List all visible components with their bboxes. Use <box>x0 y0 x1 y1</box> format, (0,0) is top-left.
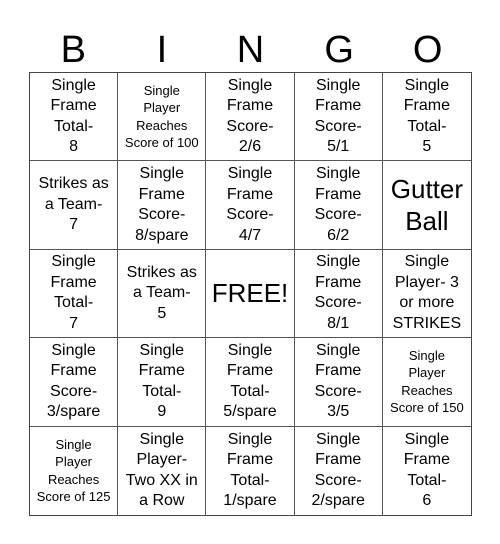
header-letter-o: O <box>412 29 443 71</box>
bingo-cell[interactable]: Single Player- 3 or more STRIKES <box>382 250 471 339</box>
cell-text: Single Player- Two XX in a Row <box>125 430 198 510</box>
header-letter-g: G <box>324 29 354 71</box>
bingo-cell[interactable]: Single Frame Score- 4/7 <box>206 161 295 250</box>
cell-text: Strikes as a Team- 5 <box>126 263 197 322</box>
cell-text: Single Frame Total- 7 <box>50 253 97 332</box>
cell-text: Single Frame Score- 4/7 <box>226 165 274 244</box>
bingo-cell[interactable]: Single Frame Total- 9 <box>118 338 207 427</box>
bingo-cell[interactable]: Strikes as a Team- 7 <box>30 161 119 250</box>
cell-text: Single Player- 3 or more STRIKES <box>392 253 462 332</box>
cell-text: Single Frame Total- 1/spare <box>223 430 277 510</box>
cell-text: FREE! <box>211 278 289 309</box>
cell-text: Single Frame Total- 5/spare <box>223 341 277 421</box>
cell-text: Single Player Reaches Score of 150 <box>390 347 464 416</box>
bingo-cell[interactable]: Single Frame Score- 8/spare <box>118 161 207 250</box>
bingo-cell[interactable]: Single Frame Score- 3/5 <box>294 338 383 427</box>
cell-text: Single Frame Total- 8 <box>50 76 97 156</box>
bingo-header: B I N G O <box>29 28 472 72</box>
cell-text: Single Frame Score- 8/spare <box>135 165 189 244</box>
free-space-cell[interactable]: FREE! <box>206 249 295 339</box>
bingo-grid: Single Frame Total- 8 Single Player Reac… <box>29 72 472 516</box>
cell-text: Strikes as a Team- 7 <box>38 175 109 234</box>
bingo-cell[interactable]: Gutter Ball <box>382 161 471 250</box>
cell-text: Single Frame Total- 5 <box>403 76 450 156</box>
bingo-cell[interactable]: Single Frame Total- 5 <box>382 73 471 162</box>
bingo-cell[interactable]: Strikes as a Team- 5 <box>118 249 207 339</box>
cell-text: Single Frame Score- 6/2 <box>314 165 362 244</box>
bingo-cell[interactable]: Single Frame Total- 1/spare <box>206 426 295 515</box>
bingo-cell[interactable]: Single Frame Total- 5/spare <box>206 338 295 427</box>
bingo-cell[interactable]: Single Frame Total- 8 <box>30 73 119 162</box>
bingo-cell[interactable]: Single Player Reaches Score of 100 <box>118 73 207 162</box>
cell-text: Single Frame Total- 6 <box>403 430 450 510</box>
header-letter-n: N <box>236 29 265 71</box>
cell-text: Single Frame Score- 8/1 <box>314 253 362 332</box>
cell-text: Single Frame Score- 5/1 <box>314 76 362 156</box>
header-letter-i: I <box>156 29 168 71</box>
cell-text: Single Player Reaches Score of 100 <box>124 82 199 151</box>
bingo-cell[interactable]: Single Player Reaches Score of 150 <box>382 338 471 427</box>
bingo-cell[interactable]: Single Player Reaches Score of 125 <box>30 426 119 515</box>
bingo-cell[interactable]: Single Frame Total- 6 <box>383 427 471 515</box>
cell-text: Single Frame Score- 3/spare <box>46 341 101 421</box>
bingo-cell[interactable]: Single Frame Score- 8/1 <box>294 249 383 339</box>
bingo-cell[interactable]: Single Frame Total- 7 <box>30 249 119 339</box>
cell-text: Single Frame Score- 3/5 <box>314 341 362 421</box>
cell-text: Single Frame Score- 2/6 <box>226 76 274 156</box>
bingo-cell[interactable]: Single Player- Two XX in a Row <box>118 426 207 515</box>
bingo-cell[interactable]: Single Frame Score- 5/1 <box>294 73 383 162</box>
cell-text: Single Frame Score- 2/spare <box>311 430 365 510</box>
cell-text: Single Player Reaches Score of 125 <box>36 436 111 505</box>
bingo-cell[interactable]: Single Frame Score- 2/6 <box>206 73 295 162</box>
header-letter-b: B <box>60 29 86 71</box>
bingo-cell[interactable]: Single Frame Score- 3/spare <box>30 338 119 427</box>
cell-text: Gutter Ball <box>390 174 464 237</box>
bingo-cell[interactable]: Single Frame Score- 2/spare <box>295 426 383 515</box>
bingo-cell[interactable]: Single Frame Score- 6/2 <box>294 161 383 250</box>
cell-text: Single Frame Total- 9 <box>138 341 185 421</box>
